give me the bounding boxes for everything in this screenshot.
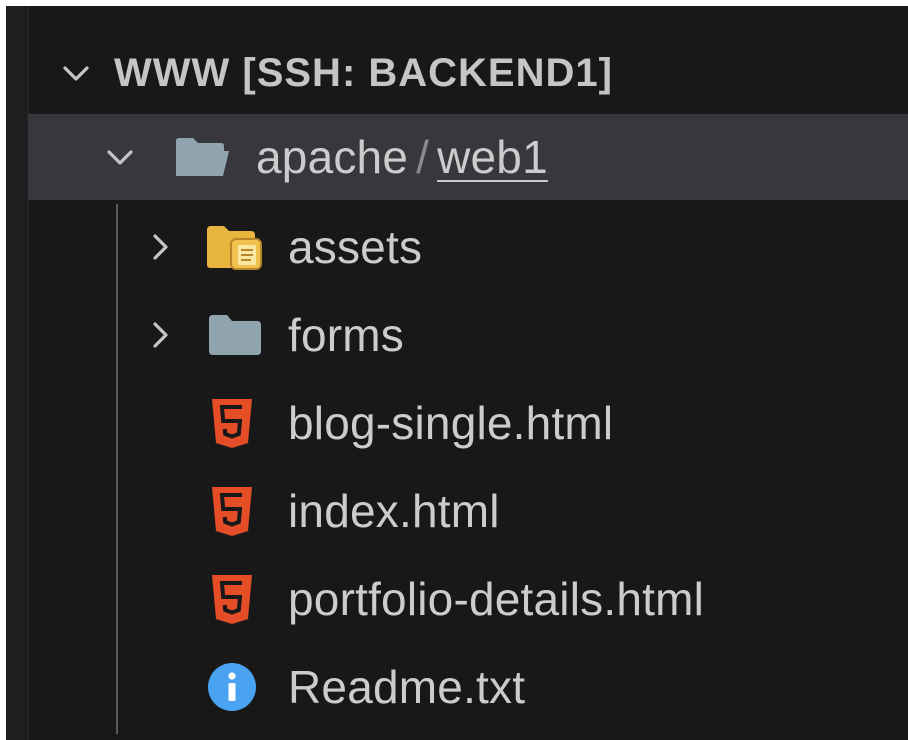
explorer-section-header[interactable]: WWW [SSH: BACKEND1] [28, 30, 908, 116]
tree-item-forms[interactable]: forms [28, 292, 908, 378]
sidebar-edge [6, 6, 29, 740]
tree-item-portfolio-details-html[interactable]: portfolio-details.html [28, 556, 908, 642]
folder-path: apache / web1 [256, 130, 548, 184]
folder-open-icon [172, 132, 232, 182]
html5-icon [206, 483, 258, 539]
chevron-right-icon[interactable] [140, 315, 180, 355]
tree-item-label: assets [288, 221, 423, 273]
chevron-down-icon[interactable] [56, 53, 96, 93]
info-icon [204, 659, 260, 715]
folder-path-parent[interactable]: apache [256, 131, 408, 183]
tree-item-assets[interactable]: assets [28, 204, 908, 290]
folder-path-current[interactable]: web1 [437, 131, 548, 183]
folder-icon [204, 309, 266, 361]
tree-item-label: index.html [288, 485, 500, 537]
html5-icon [206, 395, 258, 451]
explorer-panel: WWW [SSH: BACKEND1] apache / web1 assets… [6, 6, 908, 740]
folder-assets-icon [204, 221, 266, 273]
chevron-down-icon[interactable] [100, 137, 140, 177]
tree-item-label: blog-single.html [288, 397, 614, 449]
path-separator: / [416, 131, 430, 183]
folder-row-web1[interactable]: apache / web1 [28, 114, 908, 200]
tree-item-blog-single-html[interactable]: blog-single.html [28, 380, 908, 466]
tree-item-label: forms [288, 309, 404, 361]
tree-item-index-html[interactable]: index.html [28, 468, 908, 554]
tree-item-readme-txt[interactable]: Readme.txt [28, 644, 908, 730]
tree-item-label: Readme.txt [288, 661, 526, 713]
html5-icon [206, 571, 258, 627]
tree-item-label: portfolio-details.html [288, 573, 705, 625]
chevron-right-icon[interactable] [140, 227, 180, 267]
section-title: WWW [SSH: BACKEND1] [114, 50, 613, 95]
